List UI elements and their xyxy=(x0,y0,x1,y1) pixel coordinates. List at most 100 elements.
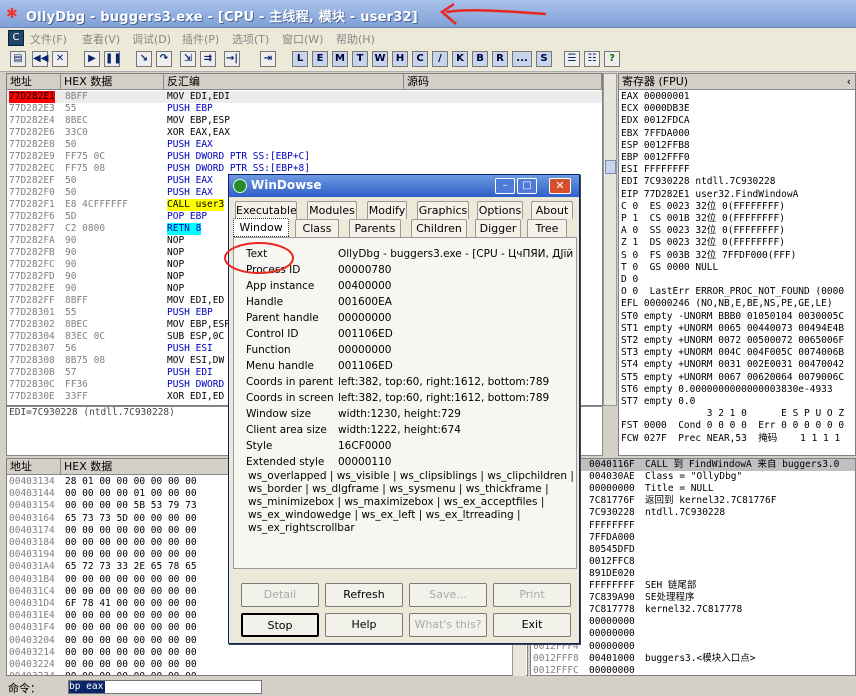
app-system-icon[interactable]: C xyxy=(8,30,24,46)
registers-pane[interactable]: 寄存器 (FPU) ‹ EAX 00000001 ECX 0000DB3E EDX … xyxy=(618,73,856,456)
table-row[interactable]: 77D282E6 33C0 XOR EAX,EAX xyxy=(7,127,602,139)
registers-header[interactable]: 寄存器 (FPU) xyxy=(619,74,855,90)
table-row[interactable]: 00403224 00 00 00 00 00 00 00 00 xyxy=(7,659,527,671)
patches-button[interactable]: / xyxy=(432,51,448,67)
callstack-button[interactable]: K xyxy=(452,51,468,67)
table-row[interactable]: 00403214 00 00 00 00 00 00 00 00 xyxy=(7,647,527,659)
table-row[interactable]: 77D282E8 50 PUSH EAX xyxy=(7,139,602,151)
breakpoints-button[interactable]: B xyxy=(472,51,488,67)
close-button[interactable]: ✕ xyxy=(549,178,571,194)
minimize-button[interactable]: – xyxy=(495,178,515,194)
table-row[interactable]: 00403234 00 00 00 00 00 00 00 00 xyxy=(7,671,527,675)
column-disassembly[interactable]: 反汇编 xyxy=(164,74,404,90)
step-over-icon[interactable]: ↷ xyxy=(156,51,172,67)
register-line: FST 0000 Cond 0 0 0 0 Err 0 0 0 0 0 0 xyxy=(621,420,845,432)
help-button[interactable]: Help xyxy=(325,613,403,637)
tab-children[interactable]: Children xyxy=(411,219,467,237)
restart-icon[interactable]: ◀◀ xyxy=(32,51,48,67)
table-row[interactable]: 77D282E9 FF75 0C PUSH DWORD PTR SS:[EBP+C] xyxy=(7,151,602,163)
memory-button[interactable]: M xyxy=(332,51,348,67)
list2-icon[interactable]: ☷ xyxy=(584,51,600,67)
menu-view[interactable]: 查看(V) xyxy=(82,31,120,47)
property-label: Client area size xyxy=(246,424,327,436)
tab-modify[interactable]: Modify xyxy=(367,201,407,219)
log-button[interactable]: L xyxy=(292,51,308,67)
run-icon[interactable]: ▶ xyxy=(84,51,100,67)
run-trace-button[interactable]: ... xyxy=(512,51,532,67)
column-source[interactable]: 源码 xyxy=(404,74,602,90)
menu-plugins[interactable]: 插件(P) xyxy=(182,31,219,47)
table-row[interactable]: 77D282E4 8BEC MOV EBP,ESP xyxy=(7,115,602,127)
windows-button[interactable]: W xyxy=(372,51,388,67)
handles-button[interactable]: H xyxy=(392,51,408,67)
toolbar: ▤ ◀◀ ✕ ▶ ❚❚ ↘ ↷ ⇲ ⇉ →| ⇥ L E M T W H C /… xyxy=(0,48,856,72)
stop-button[interactable]: Stop xyxy=(241,613,319,637)
print-button[interactable]: Print xyxy=(493,583,571,607)
table-row[interactable]: 0012FFFC 00000000 xyxy=(531,665,855,675)
tab-digger[interactable]: Digger xyxy=(475,219,521,237)
stack-value-cell: 7C839A90 xyxy=(589,592,635,604)
table-row[interactable]: 77D282E1 8BFF MOV EDI,EDI xyxy=(7,91,602,103)
property-label: Coords in parent xyxy=(246,376,334,388)
trace-over-icon[interactable]: ⇉ xyxy=(200,51,216,67)
dump-address-cell: 004031F4 xyxy=(9,622,55,634)
instruction-cell: NOP xyxy=(167,283,185,294)
address-cell: 77D282FC xyxy=(9,259,55,270)
tab-options[interactable]: Options xyxy=(477,201,523,219)
column-address[interactable]: 地址 xyxy=(7,74,61,90)
tab-class[interactable]: Class xyxy=(295,219,339,237)
trace-into-icon[interactable]: ⇲ xyxy=(180,51,196,67)
address-cell: 77D282E4 xyxy=(9,115,55,126)
exit-button[interactable]: Exit xyxy=(493,613,571,637)
address-cell: 77D28308 xyxy=(9,355,55,366)
execute-till-return-icon[interactable]: →| xyxy=(224,51,240,67)
step-into-icon[interactable]: ↘ xyxy=(136,51,152,67)
column-hex[interactable]: HEX 数据 xyxy=(61,74,164,90)
tab-about[interactable]: About xyxy=(531,201,573,219)
pause-icon[interactable]: ❚❚ xyxy=(104,51,122,67)
modules-button[interactable]: E xyxy=(312,51,328,67)
maximize-button[interactable]: □ xyxy=(517,178,537,194)
tab-parents[interactable]: Parents xyxy=(349,219,401,237)
help-icon[interactable]: ? xyxy=(604,51,620,67)
table-row[interactable]: 0012FFF8 00401000 buggers3.<模块入口点> xyxy=(531,653,855,665)
table-row[interactable]: 77D282E3 55 PUSH EBP xyxy=(7,103,602,115)
disasm-scrollbar[interactable] xyxy=(603,73,617,406)
property-value: 00000110 xyxy=(338,456,392,468)
menu-file[interactable]: 文件(F) xyxy=(30,31,67,47)
menu-debug[interactable]: 调试(D) xyxy=(132,31,171,47)
dump-address-cell: 00403134 xyxy=(9,476,55,487)
whats-this-button[interactable]: What's this? xyxy=(409,613,487,637)
menu-window[interactable]: 窗口(W) xyxy=(282,31,323,47)
references-button[interactable]: R xyxy=(492,51,508,67)
register-line: ST7 empty 0.0 xyxy=(621,396,696,408)
bug-app-icon: ✱ xyxy=(6,6,18,22)
list-icon[interactable]: ☰ xyxy=(564,51,580,67)
menu-options[interactable]: 选项(T) xyxy=(232,31,269,47)
menu-help[interactable]: 帮助(H) xyxy=(336,31,375,47)
stack-value-cell: 00000000 xyxy=(589,616,635,628)
scroll-thumb[interactable] xyxy=(605,160,616,174)
instruction-cell: NOP xyxy=(167,235,185,246)
save-button[interactable]: Save... xyxy=(409,583,487,607)
tab-modules[interactable]: Modules xyxy=(307,201,357,219)
detail-button[interactable]: Detail xyxy=(241,583,319,607)
open-icon[interactable]: ▤ xyxy=(10,51,26,67)
instruction-cell: MOV EDI,ED xyxy=(167,295,225,306)
red-arrow-annotation xyxy=(439,2,547,25)
close-icon[interactable]: ✕ xyxy=(52,51,68,67)
windowse-titlebar[interactable]: WinDowse – □ ✕ xyxy=(229,175,579,197)
source-button[interactable]: S xyxy=(536,51,552,67)
refresh-button[interactable]: Refresh xyxy=(325,583,403,607)
hex-cell: 57 xyxy=(65,367,77,378)
dump-column-address[interactable]: 地址 xyxy=(7,459,61,475)
go-to-icon[interactable]: ⇥ xyxy=(260,51,276,67)
threads-button[interactable]: T xyxy=(352,51,368,67)
tab-executable[interactable]: Executable xyxy=(235,201,297,219)
chevron-left-icon[interactable]: ‹ xyxy=(847,75,851,88)
tab-window[interactable]: Window xyxy=(233,218,289,237)
tab-tree[interactable]: Tree xyxy=(527,219,567,237)
tab-graphics[interactable]: Graphics xyxy=(417,201,469,219)
cpu-button[interactable]: C xyxy=(412,51,428,67)
command-input[interactable]: bp eax xyxy=(68,680,262,694)
